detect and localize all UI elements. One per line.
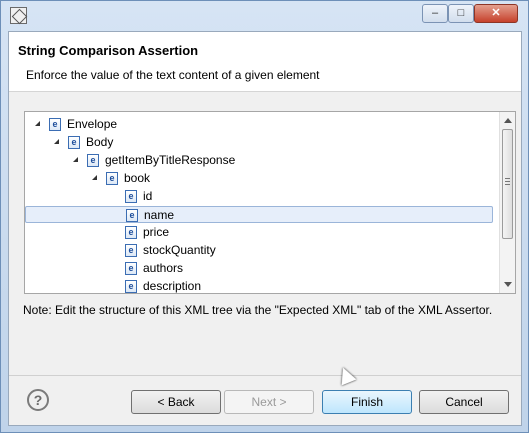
element-icon: e [87,154,99,167]
tree-node-price[interactable]: e price [25,224,493,241]
scroll-thumb[interactable] [502,129,513,239]
element-icon: e [68,136,80,149]
tree-node-label: getItemByTitleResponse [105,153,236,167]
element-icon: e [106,172,118,185]
scroll-down-icon[interactable] [504,282,512,287]
finish-button[interactable]: Finish [322,390,412,414]
page-title: String Comparison Assertion [18,43,199,58]
element-icon: e [125,244,137,257]
tree-node-label: Envelope [67,117,118,131]
app-icon [10,7,27,24]
dialog-content: String Comparison Assertion Enforce the … [8,31,522,426]
help-icon[interactable]: ? [27,389,49,411]
back-button[interactable]: < Back [131,390,221,414]
tree-node-body[interactable]: e Body [25,134,493,151]
wizard-header: String Comparison Assertion Enforce the … [9,32,521,92]
note-text: Note: Edit the structure of this XML tre… [23,303,493,317]
title-bar[interactable]: – □ ✕ [1,1,528,31]
vertical-scrollbar[interactable] [499,112,515,293]
wizard-window: – □ ✕ String Comparison Assertion Enforc… [0,0,529,433]
tree-node-label: authors [143,261,184,275]
tree-node-envelope[interactable]: e Envelope [25,116,493,133]
tree-node-label: name [144,208,175,222]
expand-toggle-icon[interactable] [54,139,59,144]
page-description: Enforce the value of the text content of… [26,68,320,82]
footer-divider [9,375,521,376]
xml-tree[interactable]: e Envelope e Body e getItemByTitleResponse e bo… [24,111,516,294]
expand-toggle-icon[interactable] [35,121,40,126]
element-icon: e [49,118,61,131]
tree-node-getitembytitleresponse[interactable]: e getItemByTitleResponse [25,152,493,169]
cancel-button[interactable]: Cancel [419,390,509,414]
maximize-button[interactable]: □ [448,4,474,23]
tree-node-id[interactable]: e id [25,188,493,205]
tree-node-authors[interactable]: e authors [25,260,493,277]
element-icon: e [125,226,137,239]
minimize-button[interactable]: – [422,4,448,23]
element-icon: e [125,280,137,293]
tree-node-label: price [143,225,170,239]
element-icon: e [125,190,137,203]
element-icon: e [126,209,138,222]
expand-toggle-icon[interactable] [73,157,78,162]
tree-node-label: description [143,279,202,293]
tree-node-book[interactable]: e book [25,170,493,187]
tree-node-name[interactable]: e name [25,206,493,223]
expand-toggle-icon[interactable] [92,175,97,180]
scroll-up-icon[interactable] [504,118,512,123]
close-button[interactable]: ✕ [474,4,518,23]
next-button[interactable]: Next > [224,390,314,414]
tree-node-stockquantity[interactable]: e stockQuantity [25,242,493,259]
tree-node-label: book [124,171,151,185]
element-icon: e [125,262,137,275]
tree-node-label: Body [86,135,114,149]
tree-node-description[interactable]: e description [25,278,493,293]
tree-node-label: id [143,189,153,203]
tree-node-label: stockQuantity [143,243,216,257]
